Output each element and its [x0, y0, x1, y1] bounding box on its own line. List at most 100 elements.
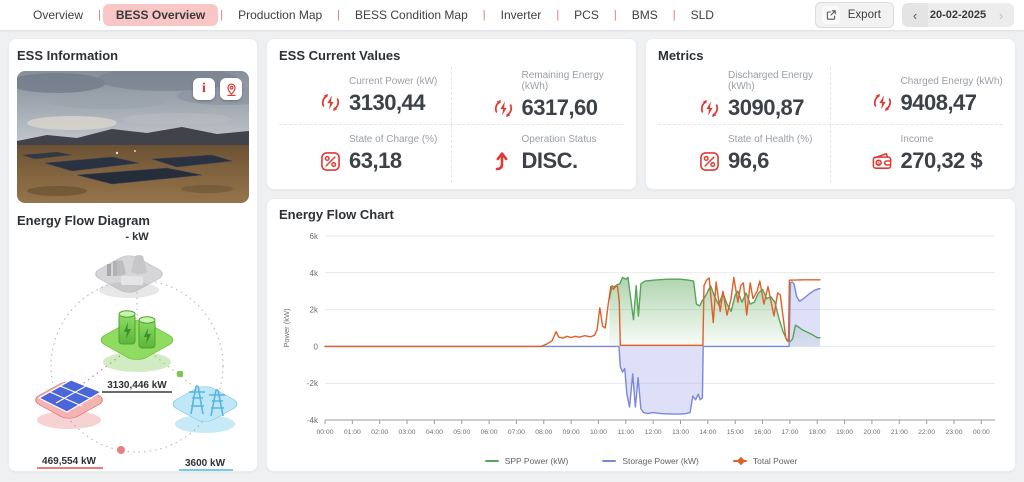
x-tick-label: 11:00: [618, 429, 635, 436]
x-tick-label: 17:00: [781, 429, 798, 436]
map-pin-icon: [226, 83, 236, 96]
ess-current-label-1: Remaining Energy (kWh): [521, 70, 604, 92]
ess-current-value-0: 3130,44: [349, 89, 426, 115]
y-tick-label: 6k: [310, 232, 319, 241]
nav-separator: |: [98, 9, 101, 21]
y-tick-label: 0: [314, 342, 319, 351]
date-next-button[interactable]: ›: [988, 3, 1014, 27]
nav-item-production-map[interactable]: Production Map: [225, 4, 335, 26]
x-tick-label: 01:00: [344, 429, 361, 436]
energy-cycle-icon: [319, 91, 342, 114]
x-tick-label: 16:00: [754, 429, 771, 436]
energy-flow-chart-card: Energy Flow Chart 6k 4k 2k 0 -2k -4k Power (kW…: [266, 198, 1016, 472]
ess-current-values-title: ESS Current Values: [279, 48, 401, 63]
location-button[interactable]: [220, 78, 242, 100]
ess-current-value-2: 63,18: [349, 148, 402, 173]
arrow-up-icon: [492, 150, 515, 173]
nav-separator: |: [672, 9, 676, 21]
y-tick-label: 4k: [310, 269, 319, 278]
ess-current-cell-1: Remaining Energy (kWh) 6317,60: [451, 67, 624, 125]
metrics-value-2: 96,6: [728, 148, 769, 173]
x-tick-label: 19:00: [836, 429, 853, 436]
site-photo: i: [17, 71, 249, 203]
x-tick-label: 02:00: [371, 429, 388, 436]
solar-power-label: 469,554 kW: [37, 456, 103, 469]
export-button[interactable]: Export: [814, 2, 894, 28]
energy-flow-diagram-title: Energy Flow Diagram: [17, 213, 150, 228]
nav-item-pcs[interactable]: PCS: [561, 4, 612, 26]
legend-item-total-power[interactable]: Total Power: [732, 456, 797, 466]
x-tick-label: 00:00: [316, 429, 333, 436]
legend-item-spp-power-kw-[interactable]: SPP Power (kW): [484, 456, 569, 466]
x-tick-label: 05:00: [453, 429, 470, 436]
nav-item-inverter[interactable]: Inverter: [488, 4, 555, 26]
percent-icon: [698, 150, 721, 173]
battery-power-label: 3130,446 kW: [102, 380, 172, 393]
energy-cycle-icon: [871, 91, 894, 114]
x-tick-label: 04:00: [426, 429, 443, 436]
nav-separator: |: [220, 9, 224, 21]
nav-item-sld[interactable]: SLD: [678, 4, 727, 26]
date-picker: ‹ 20-02-2025 ›: [902, 3, 1014, 27]
legend-item-storage-power-kw-[interactable]: Storage Power (kW): [602, 456, 699, 466]
metrics-cell-0: Discharged Energy (kWh) 3090,87: [658, 67, 831, 125]
wallet-icon: $: [871, 150, 894, 173]
ess-current-cell-3: Operation Status DISC.: [452, 125, 625, 183]
metrics-cell-1: Charged Energy (kWh) 9408,47: [830, 67, 1003, 125]
y-axis-title: Power (kW): [282, 308, 291, 348]
ess-current-values-card: ESS Current Values Current Power (kW) 31…: [266, 38, 637, 190]
nav-separator: |: [482, 9, 486, 21]
flow-dot-solar-arc: [117, 446, 125, 454]
x-tick-label: 13:00: [672, 429, 689, 436]
ess-information-card: ESS Information i Energy Flow Diagram - …: [8, 38, 258, 472]
y-tick-label: 2k: [310, 306, 319, 315]
metrics-title: Metrics: [658, 48, 704, 63]
ess-current-cell-2: State of Charge (%) 63,18: [279, 125, 452, 183]
nav-item-overview[interactable]: Overview: [20, 4, 96, 26]
solar-panel-icon: [35, 379, 103, 429]
power-plant-icon: [95, 255, 163, 298]
energy-cycle-icon: [698, 97, 721, 120]
ess-current-value-1: 6317,60: [521, 95, 599, 120]
svg-text:3130,446 kW: 3130,446 kW: [107, 380, 167, 391]
main-nav: Overview | BESS Overview | Production Map | BE…: [20, 4, 727, 26]
external-link-icon: [821, 6, 840, 24]
x-tick-label: 22:00: [918, 429, 935, 436]
y-tick-label: -4k: [307, 416, 319, 425]
x-tick-label: 15:00: [727, 429, 744, 436]
percent-icon: [319, 150, 342, 173]
metrics-cell-2: State of Health (%) 96,6: [658, 125, 831, 183]
date-value[interactable]: 20-02-2025: [928, 3, 988, 27]
nav-item-bess-overview[interactable]: BESS Overview: [102, 4, 219, 26]
date-prev-button[interactable]: ‹: [902, 3, 928, 27]
energy-flow-chart-title: Energy Flow Chart: [279, 207, 394, 222]
ess-current-label-2: State of Charge (%): [349, 134, 438, 145]
metrics-value-3: 270,32 $: [900, 148, 983, 173]
energy-flow-chart[interactable]: 6k 4k 2k 0 -2k -4k Power (kW) 00:00 01:00 02:00 03…: [279, 224, 1003, 455]
metrics-label-1: Charged Energy (kWh): [900, 75, 1003, 87]
info-icon: i: [202, 81, 206, 96]
x-tick-label: 07:00: [508, 429, 525, 436]
ess-current-cell-0: Current Power (kW) 3130,44: [279, 67, 452, 125]
nav-item-bms[interactable]: BMS: [619, 4, 671, 26]
ess-information-title: ESS Information: [17, 48, 119, 63]
top-nav-bar: Overview | BESS Overview | Production Map | BE…: [0, 0, 1024, 30]
x-tick-label: 20:00: [863, 429, 880, 436]
legend-label: SPP Power (kW): [504, 456, 569, 466]
nav-separator: |: [337, 9, 341, 21]
x-tick-label: 00:00: [973, 429, 990, 436]
metrics-cell-3: Income $ 270,32 $: [831, 125, 1004, 183]
x-tick-label: 12:00: [645, 429, 662, 436]
svg-text:$: $: [877, 160, 880, 166]
energy-flow-diagram: - kW 3130,446 kW 469,554 kW 3600 kW: [35, 231, 238, 471]
x-tick-label: 09:00: [563, 429, 580, 436]
x-tick-label: 18:00: [809, 429, 826, 436]
x-tick-label: 08:00: [535, 429, 552, 436]
legend-marker: [484, 460, 499, 462]
legend-marker: [602, 460, 617, 462]
export-label: Export: [847, 9, 881, 21]
metrics-card: Metrics Discharged Energy (kWh) 3090,87 …: [645, 38, 1016, 190]
x-tick-label: 23:00: [945, 429, 962, 436]
nav-item-bess-condition-map[interactable]: BESS Condition Map: [342, 4, 481, 26]
info-button[interactable]: i: [193, 78, 215, 100]
